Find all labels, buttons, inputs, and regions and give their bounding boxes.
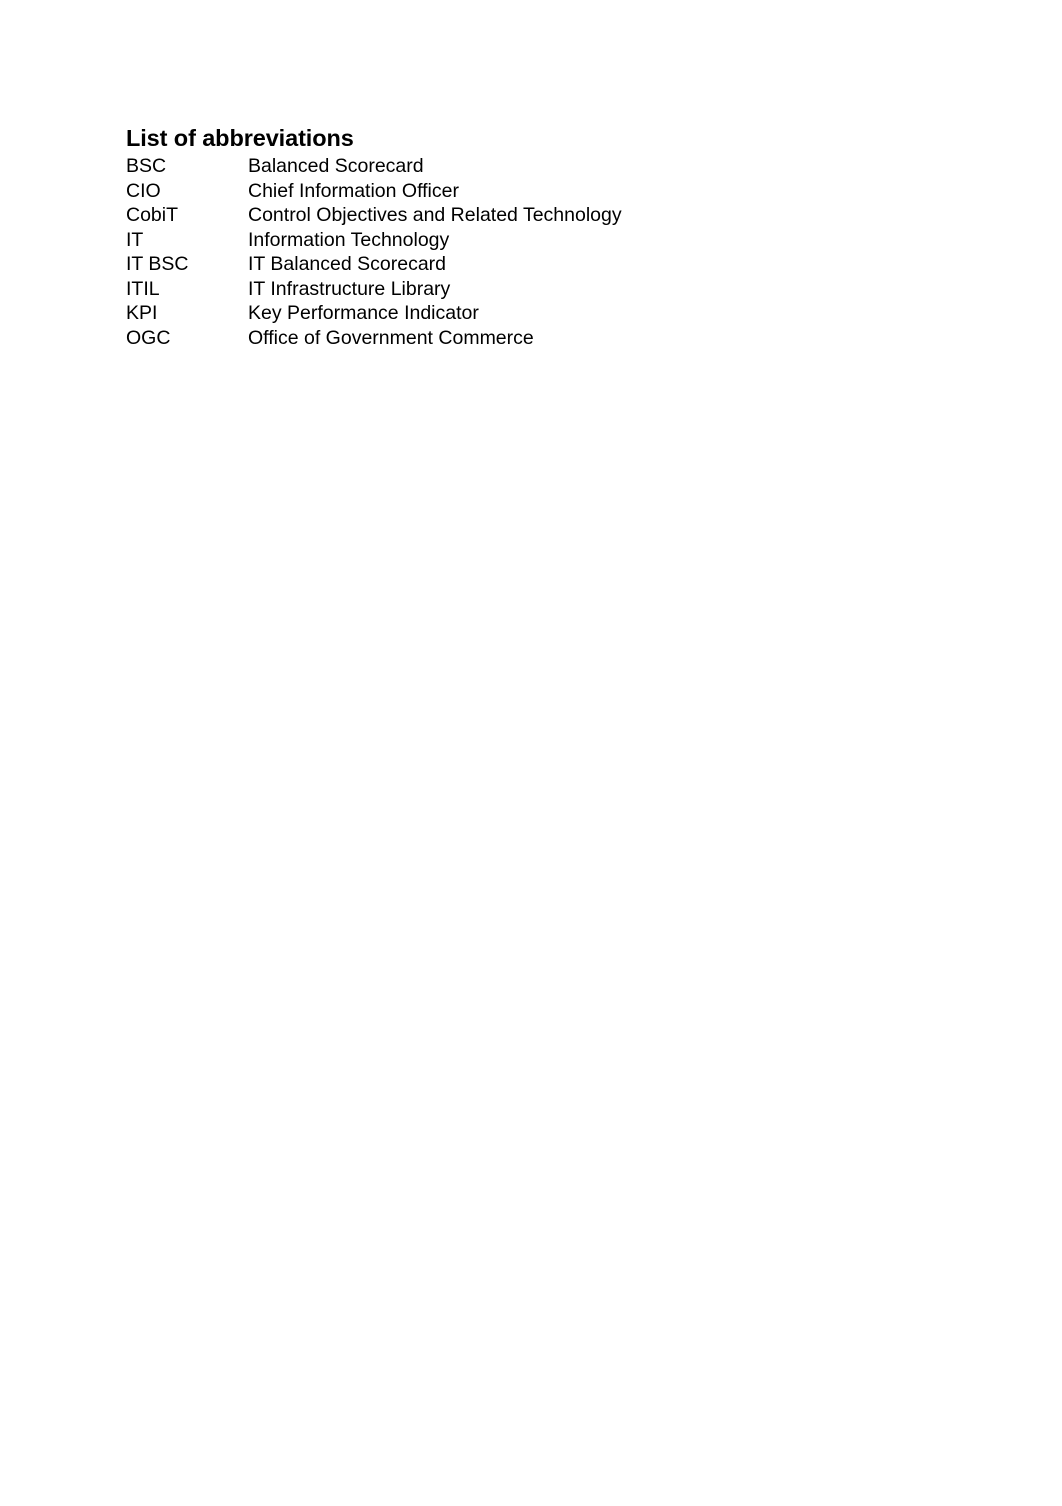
abbreviation-definition: IT Balanced Scorecard [248,253,446,275]
abbreviation-term: KPI [126,302,158,324]
abbreviation-definition: IT Infrastructure Library [248,277,451,300]
abbreviation-term: BSC [126,155,167,177]
list-item: ITIL IT Infrastructure Library [126,277,946,302]
abbreviation-term: CIO [126,179,161,202]
abbreviation-term: ITIL [126,277,160,300]
abbreviation-term: IT [126,228,144,251]
abbreviations-list: BSC Balanced Scorecard CIO Chief Informati… [126,154,946,350]
list-item: IT Information Technology [126,228,946,253]
abbreviation-definition: Control Objectives and Related Technolog… [248,204,622,226]
list-item: CobiT Control Objectives and Related Tech… [126,203,946,228]
abbreviation-term: OGC [126,326,171,349]
abbreviation-definition: Chief Information Officer [248,179,459,202]
abbreviation-term: IT BSC [126,253,189,275]
abbreviation-definition: Information Technology [248,228,450,251]
abbreviation-term: CobiT [126,204,179,226]
list-item: IT BSC IT Balanced Scorecard [126,252,946,277]
abbreviations-section: List of abbreviations BSC Balanced Scorec… [126,124,946,350]
page-title: List of abbreviations [126,125,354,151]
list-item: KPI Key Performance Indicator [126,301,946,326]
abbreviation-definition: Key Performance Indicator [248,302,479,324]
abbreviation-definition: Office of Government Commerce [248,326,534,349]
document-page: List of abbreviations BSC Balanced Scorec… [0,0,1062,1506]
list-item: BSC Balanced Scorecard [126,154,946,179]
list-item: OGC Office of Government Commerce [126,326,946,351]
abbreviation-definition: Balanced Scorecard [248,155,424,177]
list-item: CIO Chief Information Officer [126,179,946,204]
